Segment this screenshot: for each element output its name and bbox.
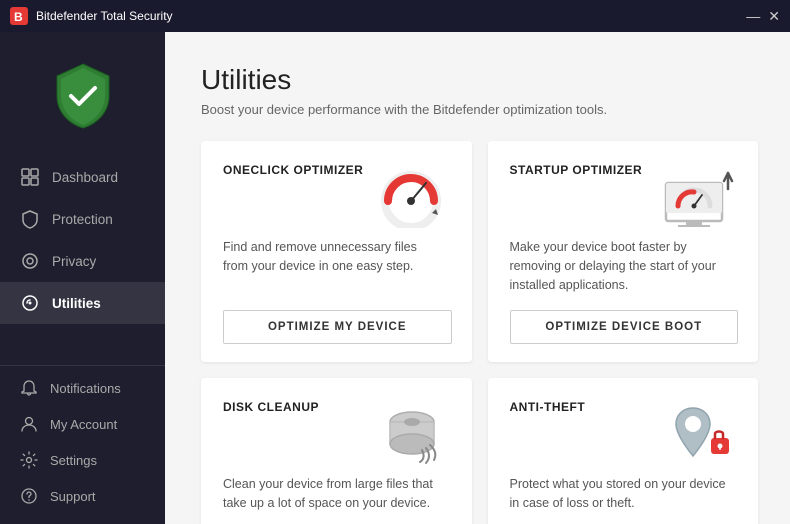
optimize-device-button[interactable]: OPTIMIZE MY DEVICE [223,310,452,344]
sidebar-item-protection[interactable]: Protection [0,198,165,240]
sidebar-item-utilities-label: Utilities [52,296,101,311]
sidebar-nav: Dashboard Protection Pr [0,156,165,357]
support-icon [20,487,38,505]
window-controls: — ✕ [746,9,780,23]
sidebar-item-settings-label: Settings [50,453,97,468]
optimize-boot-button[interactable]: OPTIMIZE DEVICE BOOT [510,310,739,344]
card-startup-desc: Make your device boot faster by removing… [510,238,730,294]
card-disk-title: DISK CLEANUP [223,400,319,414]
protection-icon [20,209,40,229]
sidebar-item-dashboard[interactable]: Dashboard [0,156,165,198]
app-title: Bitdefender Total Security [36,9,746,23]
sidebar-item-privacy-label: Privacy [52,254,96,269]
bell-icon [20,379,38,397]
card-antitheft-desc: Protect what you stored on your device i… [510,475,730,513]
privacy-icon [20,251,40,271]
sidebar-item-support-label: Support [50,489,96,504]
card-top: STARTUP OPTIMIZER [510,163,739,228]
card-oneclick-title: ONECLICK OPTIMIZER [223,163,363,177]
sidebar-item-dashboard-label: Dashboard [52,170,118,185]
sidebar-item-settings[interactable]: Settings [0,442,165,478]
sidebar-item-notifications[interactable]: Notifications [0,370,165,406]
main-content: Utilities Boost your device performance … [165,32,790,524]
card-anti-theft: ANTI-THEFT Prot [488,378,759,524]
card-top: ONECLICK OPTIMIZER [223,163,452,228]
location-lock-icon [658,400,738,465]
sidebar-item-protection-label: Protection [52,212,113,227]
page-subtitle: Boost your device performance with the B… [201,102,758,117]
card-startup-title: STARTUP OPTIMIZER [510,163,643,177]
sidebar-item-notifications-label: Notifications [50,381,121,396]
monitor-upload-icon [658,163,738,228]
gauge-icon [372,163,452,228]
card-disk-cleanup: DISK CLEANUP [201,378,472,524]
title-bar: B Bitdefender Total Security — ✕ [0,0,790,32]
cards-grid: ONECLICK OPTIMIZER [201,141,758,524]
card-top: DISK CLEANUP [223,400,452,465]
logo-area [0,32,165,156]
utilities-icon [20,293,40,313]
card-oneclick-desc: Find and remove unnecessary files from y… [223,238,443,294]
sidebar: Dashboard Protection Pr [0,32,165,524]
sidebar-item-utilities[interactable]: Utilities [0,282,165,324]
sidebar-item-account[interactable]: My Account [0,406,165,442]
page-title: Utilities [201,64,758,96]
card-disk-desc: Clean your device from large files that … [223,475,443,513]
dashboard-icon [20,167,40,187]
card-top: ANTI-THEFT [510,400,739,465]
minimize-button[interactable]: — [746,9,760,23]
sidebar-item-support[interactable]: Support [0,478,165,514]
card-startup-optimizer: STARTUP OPTIMIZER [488,141,759,362]
app-logo-icon: B [10,7,28,25]
settings-icon [20,451,38,469]
account-icon [20,415,38,433]
sidebar-item-account-label: My Account [50,417,117,432]
card-oneclick-optimizer: ONECLICK OPTIMIZER [201,141,472,362]
sidebar-bottom: Notifications My Account [0,365,165,514]
disk-icon [372,400,452,465]
close-button[interactable]: ✕ [768,9,780,23]
svg-text:B: B [14,10,23,24]
shield-logo-icon [47,60,119,132]
sidebar-item-privacy[interactable]: Privacy [0,240,165,282]
card-antitheft-title: ANTI-THEFT [510,400,586,414]
app-body: Dashboard Protection Pr [0,32,790,524]
